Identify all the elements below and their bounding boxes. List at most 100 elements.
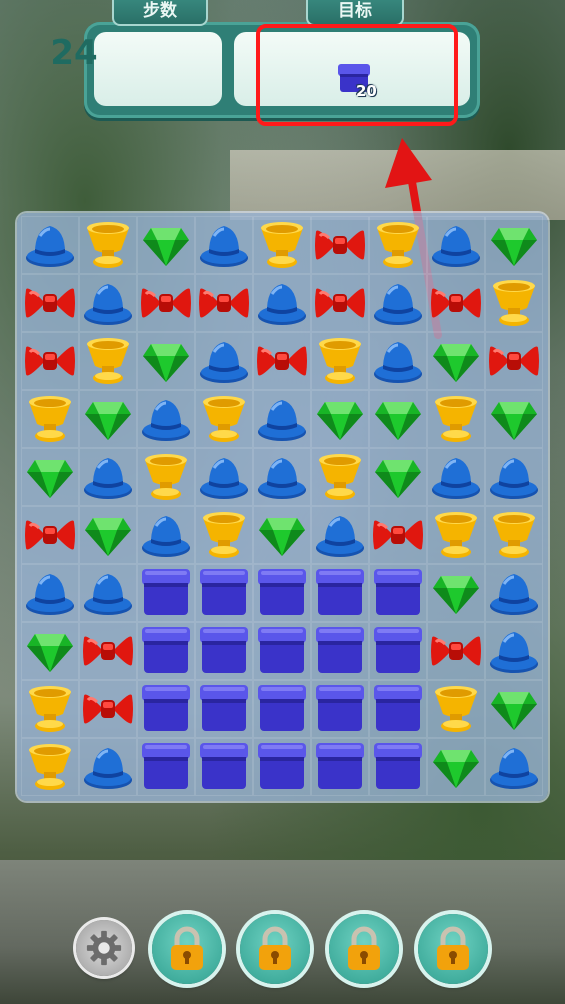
board-tile-cup[interactable] xyxy=(485,274,543,332)
board-tile-box[interactable] xyxy=(369,738,427,796)
locked-booster-3[interactable] xyxy=(329,914,399,984)
board-tile-box[interactable] xyxy=(311,738,369,796)
board-tile-gem[interactable] xyxy=(79,390,137,448)
board-tile-hat[interactable] xyxy=(369,274,427,332)
board-tile-box[interactable] xyxy=(311,564,369,622)
board-tile-box[interactable] xyxy=(311,622,369,680)
board-tile-cup[interactable] xyxy=(485,506,543,564)
board-tile-bow[interactable] xyxy=(485,332,543,390)
board-tile-box[interactable] xyxy=(253,680,311,738)
board-tile-hat[interactable] xyxy=(79,738,137,796)
board-tile-bow[interactable] xyxy=(195,274,253,332)
board-tile-gem[interactable] xyxy=(427,738,485,796)
board-tile-cup[interactable] xyxy=(311,332,369,390)
locked-booster-2[interactable] xyxy=(240,914,310,984)
board-tile-box[interactable] xyxy=(137,738,195,796)
board-tile-bow[interactable] xyxy=(427,274,485,332)
board-tile-box[interactable] xyxy=(369,680,427,738)
board-tile-cup[interactable] xyxy=(195,506,253,564)
board-tile-bow[interactable] xyxy=(21,274,79,332)
board-tile-cup[interactable] xyxy=(21,680,79,738)
board-tile-gem[interactable] xyxy=(369,390,427,448)
board-tile-cup[interactable] xyxy=(253,216,311,274)
board-tile-hat[interactable] xyxy=(253,274,311,332)
board-tile-hat[interactable] xyxy=(369,332,427,390)
locked-booster-1[interactable] xyxy=(152,914,222,984)
board-tile-box[interactable] xyxy=(253,564,311,622)
board-tile-hat[interactable] xyxy=(137,506,195,564)
board-tile-hat[interactable] xyxy=(427,216,485,274)
cup-icon xyxy=(29,744,71,790)
board-tile-cup[interactable] xyxy=(21,390,79,448)
board-tile-cup[interactable] xyxy=(21,738,79,796)
board-tile-box[interactable] xyxy=(137,680,195,738)
board-tile-gem[interactable] xyxy=(485,390,543,448)
board-tile-bow[interactable] xyxy=(21,506,79,564)
board-tile-hat[interactable] xyxy=(195,216,253,274)
board-tile-bow[interactable] xyxy=(79,622,137,680)
board-tile-gem[interactable] xyxy=(427,564,485,622)
locked-booster-4[interactable] xyxy=(418,914,488,984)
board-tile-gem[interactable] xyxy=(21,622,79,680)
board-tile-cup[interactable] xyxy=(311,448,369,506)
board-tile-hat[interactable] xyxy=(485,448,543,506)
board-tile-gem[interactable] xyxy=(79,506,137,564)
board-tile-gem[interactable] xyxy=(21,448,79,506)
hat-icon xyxy=(490,458,538,499)
board-tile-box[interactable] xyxy=(253,738,311,796)
board-tile-cup[interactable] xyxy=(79,332,137,390)
board-tile-cup[interactable] xyxy=(195,390,253,448)
board-tile-hat[interactable] xyxy=(21,564,79,622)
board-tile-hat[interactable] xyxy=(195,332,253,390)
board-tile-cup[interactable] xyxy=(79,216,137,274)
board-tile-cup[interactable] xyxy=(369,216,427,274)
board-tile-bow[interactable] xyxy=(369,506,427,564)
board-tile-hat[interactable] xyxy=(195,448,253,506)
board-tile-gem[interactable] xyxy=(485,216,543,274)
board-tile-hat[interactable] xyxy=(253,448,311,506)
board-tile-box[interactable] xyxy=(195,738,253,796)
board-tile-hat[interactable] xyxy=(311,506,369,564)
board-tile-box[interactable] xyxy=(369,564,427,622)
board-tile-box[interactable] xyxy=(369,622,427,680)
board-tile-bow[interactable] xyxy=(21,332,79,390)
board-tile-box[interactable] xyxy=(137,622,195,680)
board-tile-bow[interactable] xyxy=(311,274,369,332)
board-tile-hat[interactable] xyxy=(485,738,543,796)
board-tile-gem[interactable] xyxy=(427,332,485,390)
board-tile-gem[interactable] xyxy=(137,216,195,274)
board-tile-bow[interactable] xyxy=(253,332,311,390)
board-tile-hat[interactable] xyxy=(485,564,543,622)
steps-value: 24 xyxy=(50,33,98,73)
gem-icon xyxy=(27,634,73,672)
board-tile-cup[interactable] xyxy=(427,506,485,564)
board-tile-box[interactable] xyxy=(195,564,253,622)
board-tile-hat[interactable] xyxy=(253,390,311,448)
board-tile-gem[interactable] xyxy=(253,506,311,564)
board-tile-bow[interactable] xyxy=(311,216,369,274)
board-tile-hat[interactable] xyxy=(79,448,137,506)
board-tile-box[interactable] xyxy=(311,680,369,738)
board-tile-hat[interactable] xyxy=(137,390,195,448)
board-tile-hat[interactable] xyxy=(427,448,485,506)
board-tile-bow[interactable] xyxy=(79,680,137,738)
board-tile-hat[interactable] xyxy=(485,622,543,680)
board-tile-gem[interactable] xyxy=(485,680,543,738)
board-tile-hat[interactable] xyxy=(21,216,79,274)
board-tile-cup[interactable] xyxy=(427,680,485,738)
board-tile-box[interactable] xyxy=(195,680,253,738)
settings-button[interactable] xyxy=(76,920,132,976)
board-tile-gem[interactable] xyxy=(311,390,369,448)
board-tile-bow[interactable] xyxy=(427,622,485,680)
board-tile-cup[interactable] xyxy=(427,390,485,448)
board-tile-box[interactable] xyxy=(253,622,311,680)
board-tile-box[interactable] xyxy=(137,564,195,622)
board-tile-bow[interactable] xyxy=(137,274,195,332)
board-tile-box[interactable] xyxy=(195,622,253,680)
board-tile-hat[interactable] xyxy=(79,274,137,332)
board-tile-hat[interactable] xyxy=(79,564,137,622)
board-tile-cup[interactable] xyxy=(137,448,195,506)
board-tile-gem[interactable] xyxy=(137,332,195,390)
box-icon xyxy=(316,569,364,615)
board-tile-gem[interactable] xyxy=(369,448,427,506)
